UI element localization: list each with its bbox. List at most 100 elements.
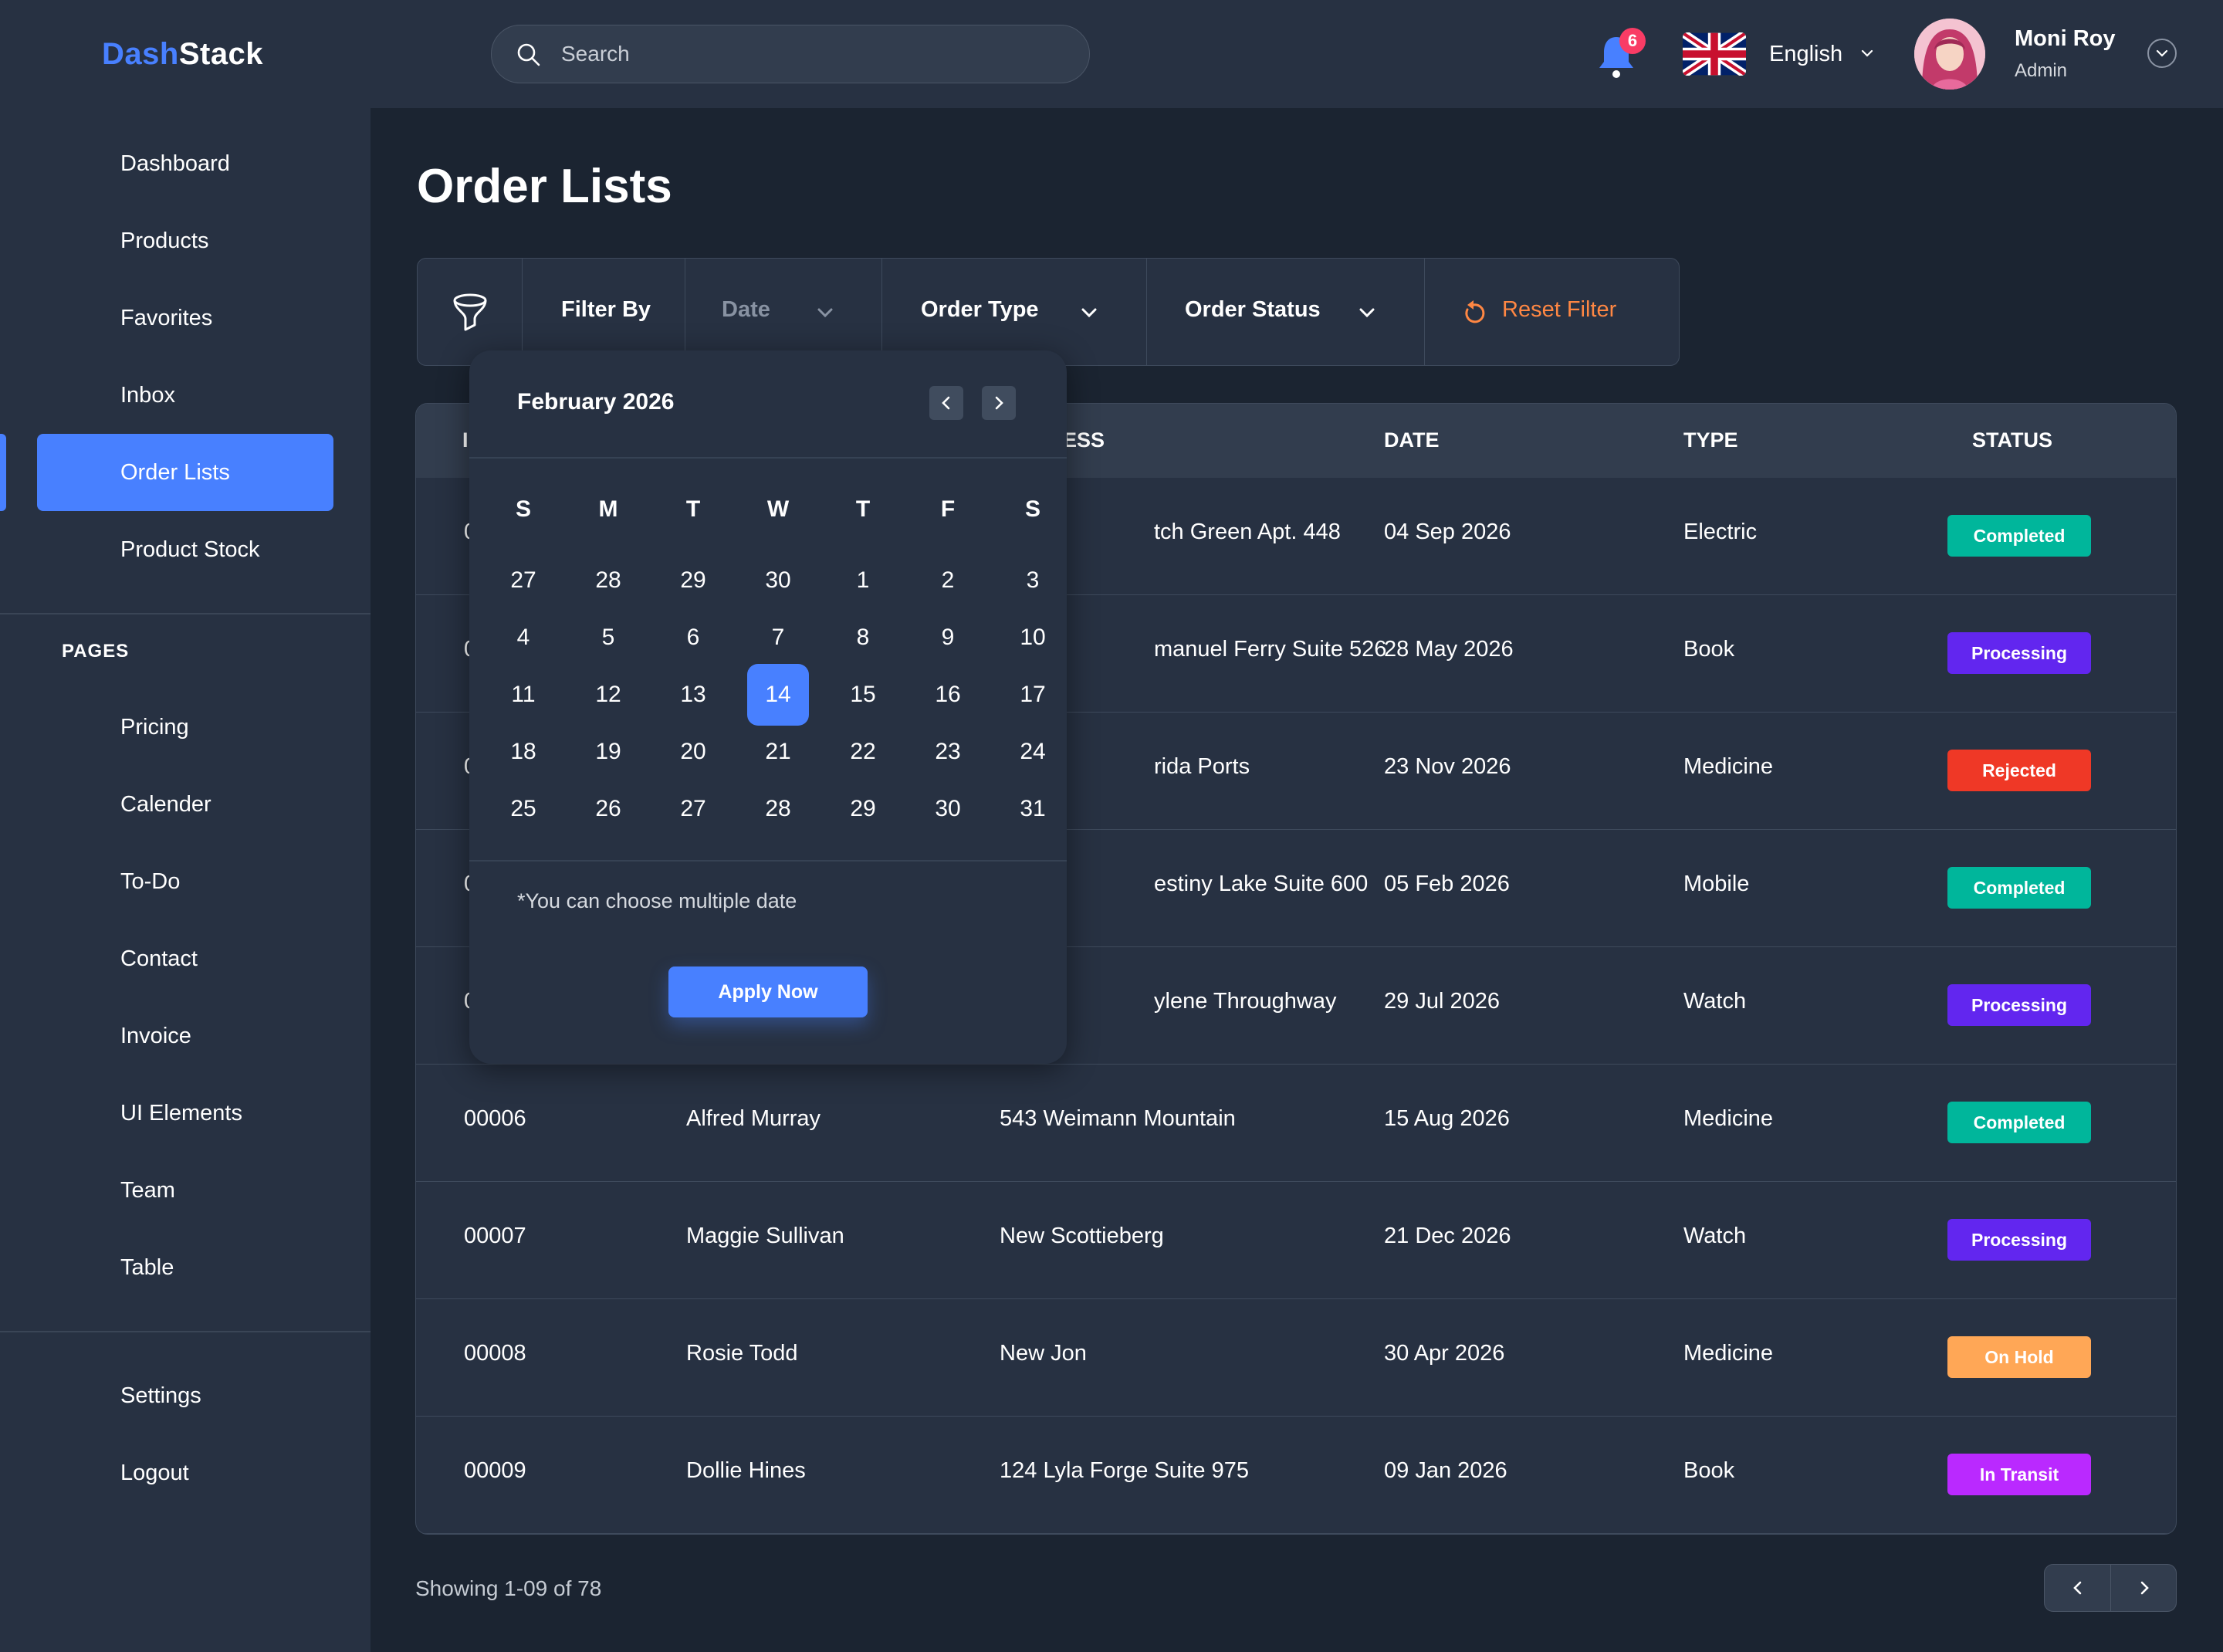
calendar-day[interactable]: 30 xyxy=(917,778,979,840)
calendar-day[interactable]: 24 xyxy=(1002,721,1064,783)
status-badge: Processing xyxy=(1947,984,2091,1026)
calendar-day[interactable]: 12 xyxy=(577,664,639,726)
calendar-day[interactable]: 2 xyxy=(917,550,979,611)
sidebar-item-order-lists[interactable]: Order Lists xyxy=(120,457,230,488)
date-filter-dropdown[interactable]: Date xyxy=(722,297,770,323)
calendar-day[interactable]: 4 xyxy=(492,607,554,669)
next-page-button[interactable] xyxy=(2111,1565,2177,1611)
cell-address: tch Green Apt. 448 xyxy=(1154,520,1341,544)
cell-type: Mobile xyxy=(1683,872,1750,896)
reset-filter-button[interactable]: Reset Filter xyxy=(1502,297,1616,323)
avatar[interactable] xyxy=(1914,19,1985,90)
page-title: Order Lists xyxy=(417,160,672,213)
chevron-down-icon[interactable] xyxy=(1859,45,1876,62)
calendar-next-button[interactable] xyxy=(982,386,1016,420)
calendar-day[interactable]: 18 xyxy=(492,721,554,783)
calendar-day[interactable]: 17 xyxy=(1002,664,1064,726)
table-row[interactable]: 00007 Maggie Sullivan New Scottieberg 21 De… xyxy=(416,1182,2176,1299)
calendar-day[interactable]: 27 xyxy=(662,778,724,840)
prev-page-button[interactable] xyxy=(2045,1565,2110,1611)
cell-date: 05 Feb 2026 xyxy=(1384,872,1510,896)
calendar-day[interactable]: 3 xyxy=(1002,550,1064,611)
chevron-down-icon[interactable] xyxy=(1078,302,1100,323)
calendar-weekday: T xyxy=(855,496,871,522)
sidebar-item-favorites[interactable]: Favorites xyxy=(120,303,212,333)
calendar-day[interactable]: 16 xyxy=(917,664,979,726)
sidebar-item-ui-elements[interactable]: UI Elements xyxy=(120,1098,242,1129)
sidebar-item-logout[interactable]: Logout xyxy=(120,1457,189,1488)
brand-logo[interactable]: DashStack xyxy=(102,37,263,72)
search-icon xyxy=(517,43,540,66)
calendar-day[interactable]: 8 xyxy=(832,607,894,669)
calendar-day[interactable]: 30 xyxy=(747,550,809,611)
cell-date: 29 Jul 2026 xyxy=(1384,989,1500,1014)
calendar-day[interactable]: 9 xyxy=(917,607,979,669)
sidebar-item-invoice[interactable]: Invoice xyxy=(120,1021,191,1051)
calendar-day[interactable]: 29 xyxy=(662,550,724,611)
calendar-day[interactable]: 5 xyxy=(577,607,639,669)
chevron-down-icon[interactable] xyxy=(1356,302,1378,323)
calendar-day[interactable]: 25 xyxy=(492,778,554,840)
search-input[interactable] xyxy=(561,25,1055,83)
calendar-day[interactable]: 6 xyxy=(662,607,724,669)
sidebar-item-team[interactable]: Team xyxy=(120,1175,175,1206)
cell-type: Medicine xyxy=(1683,754,1774,779)
calendar-weekday: S xyxy=(1024,496,1040,522)
calendar-day[interactable]: 7 xyxy=(747,607,809,669)
cell-id: 00009 xyxy=(464,1458,526,1483)
sidebar-section-pages: PAGES xyxy=(62,641,130,662)
sidebar-item-contact[interactable]: Contact xyxy=(120,943,198,974)
user-menu-button[interactable] xyxy=(2147,39,2177,68)
uk-flag-icon[interactable] xyxy=(1683,32,1746,76)
sidebar-item-todo[interactable]: To-Do xyxy=(120,866,180,897)
sidebar-item-product-stock[interactable]: Product Stock xyxy=(120,534,260,565)
sidebar-item-inbox[interactable]: Inbox xyxy=(120,380,175,411)
calendar-month-label: February 2026 xyxy=(517,389,675,415)
filter-funnel-icon[interactable] xyxy=(450,291,490,334)
calendar-day[interactable]: 10 xyxy=(1002,607,1064,669)
table-row[interactable]: 00009 Dollie Hines 124 Lyla Forge Suite 97… xyxy=(416,1417,2176,1534)
calendar-day[interactable]: 14 xyxy=(747,664,809,726)
language-selector[interactable]: English xyxy=(1769,42,1842,67)
reset-icon[interactable] xyxy=(1461,299,1486,327)
order-status-dropdown[interactable]: Order Status xyxy=(1185,297,1321,323)
calendar-day[interactable]: 28 xyxy=(747,778,809,840)
status-badge: Processing xyxy=(1947,632,2091,674)
calendar-day[interactable]: 31 xyxy=(1002,778,1064,840)
calendar-day[interactable]: 29 xyxy=(832,778,894,840)
calendar-day[interactable]: 1 xyxy=(832,550,894,611)
calendar-day[interactable]: 11 xyxy=(492,664,554,726)
cell-address: New Jon xyxy=(1000,1341,1087,1366)
chevron-down-icon[interactable] xyxy=(814,302,836,323)
sidebar-item-products[interactable]: Products xyxy=(120,225,208,256)
calendar-day[interactable]: 26 xyxy=(577,778,639,840)
calendar-day[interactable]: 20 xyxy=(662,721,724,783)
calendar-day[interactable]: 21 xyxy=(747,721,809,783)
sidebar-item-pricing[interactable]: Pricing xyxy=(120,712,189,743)
cell-name: Maggie Sullivan xyxy=(686,1224,844,1248)
order-type-dropdown[interactable]: Order Type xyxy=(921,297,1039,323)
search-box[interactable] xyxy=(491,25,1090,83)
calendar-day[interactable]: 19 xyxy=(577,721,639,783)
table-row[interactable]: 00008 Rosie Todd New Jon 30 Apr 2026 Medicin… xyxy=(416,1299,2176,1417)
calendar-day[interactable]: 15 xyxy=(832,664,894,726)
calendar-day[interactable]: 13 xyxy=(662,664,724,726)
cell-name: Alfred Murray xyxy=(686,1106,821,1131)
column-header-status: STATUS xyxy=(1972,428,2052,452)
calendar-day[interactable]: 23 xyxy=(917,721,979,783)
cell-address: estiny Lake Suite 600 xyxy=(1154,872,1369,896)
sidebar-item-calender[interactable]: Calender xyxy=(120,789,211,820)
sidebar-item-settings[interactable]: Settings xyxy=(120,1380,201,1411)
sidebar-divider xyxy=(0,613,370,614)
cell-type: Book xyxy=(1683,637,1735,662)
apply-now-button[interactable]: Apply Now xyxy=(668,966,868,1017)
cell-address: New Scottieberg xyxy=(1000,1224,1164,1248)
sidebar-item-dashboard[interactable]: Dashboard xyxy=(120,148,230,179)
table-row[interactable]: 00006 Alfred Murray 543 Weimann Mountain 15… xyxy=(416,1065,2176,1182)
status-badge: Rejected xyxy=(1947,750,2091,791)
calendar-day[interactable]: 28 xyxy=(577,550,639,611)
calendar-day[interactable]: 27 xyxy=(492,550,554,611)
calendar-prev-button[interactable] xyxy=(929,386,963,420)
calendar-day[interactable]: 22 xyxy=(832,721,894,783)
sidebar-item-table[interactable]: Table xyxy=(120,1252,174,1283)
